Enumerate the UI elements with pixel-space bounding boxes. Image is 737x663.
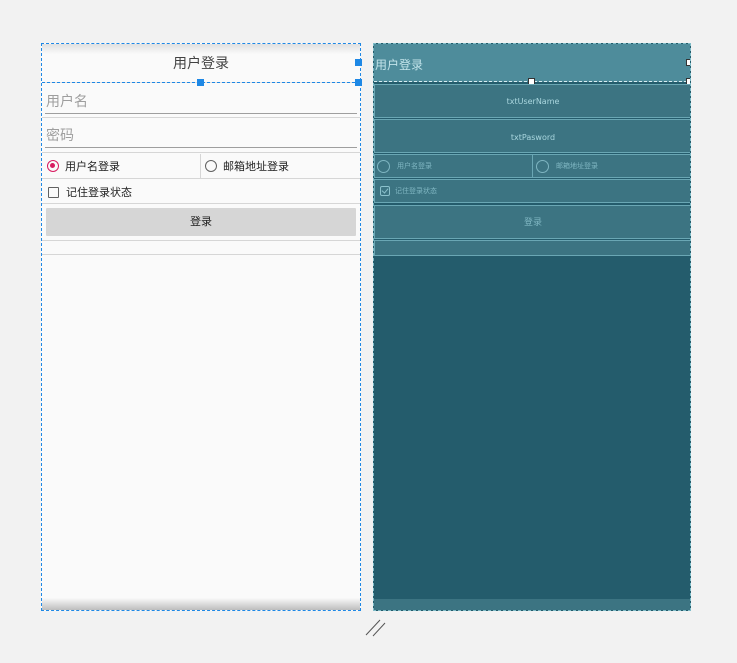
blueprint-radio-icon <box>536 159 549 173</box>
username-input[interactable]: 用户名 <box>45 92 357 114</box>
blueprint-radio-username-label: 用户名登录 <box>397 162 432 170</box>
password-row: 密码 <box>42 119 360 153</box>
radio-username-login[interactable]: 用户名登录 <box>47 154 201 178</box>
blueprint-login-label: 登录 <box>523 218 542 228</box>
layout-editor-canvas: 用户登录 用户名 密码 用户名登录 邮箱地址登录 记住登录状态 登录 用户登录 … <box>0 0 737 663</box>
blueprint-empty-row[interactable] <box>374 240 690 256</box>
blueprint-password-row[interactable]: txtPasword <box>374 119 690 153</box>
blueprint-handle-right-top[interactable] <box>686 59 690 66</box>
blueprint-title-bar[interactable]: 用户登录 <box>374 44 690 82</box>
login-type-radio-group: 用户名登录 邮箱地址登录 <box>42 154 360 179</box>
remember-label: 记住登录状态 <box>66 186 132 199</box>
login-button-label: 登录 <box>190 215 212 228</box>
radio-email-login[interactable]: 邮箱地址登录 <box>205 154 355 178</box>
blueprint-username-row[interactable]: txtUserName <box>374 84 690 118</box>
password-placeholder: 密码 <box>46 128 74 144</box>
blueprint-checkbox-icon <box>380 186 390 196</box>
blueprint-remember-row[interactable]: 记住登录状态 <box>374 179 690 203</box>
remember-checkbox[interactable]: 记住登录状态 <box>48 180 248 204</box>
radio-unchecked-icon <box>205 160 217 172</box>
blueprint-password-id: txtPasword <box>510 133 556 142</box>
radio-email-label: 邮箱地址登录 <box>223 160 289 173</box>
blueprint-radio-icon <box>377 159 390 173</box>
checkbox-icon <box>48 186 59 198</box>
design-title-bar[interactable]: 用户登录 <box>42 44 360 83</box>
blueprint-radio-group[interactable]: 用户名登录 邮箱地址登录 <box>374 154 690 178</box>
username-placeholder: 用户名 <box>46 94 88 110</box>
remember-row: 记住登录状态 <box>42 180 360 204</box>
blueprint-bottom-bar <box>374 599 690 610</box>
password-input[interactable]: 密码 <box>45 126 357 148</box>
blueprint-username-id: txtUserName <box>506 97 560 106</box>
blueprint-remember-label: 记住登录状态 <box>395 187 437 195</box>
selection-handle-right-top[interactable] <box>355 59 362 66</box>
blueprint-radio-email-label: 邮箱地址登录 <box>556 162 598 170</box>
design-title-text: 用户登录 <box>173 56 229 72</box>
blueprint-login-button[interactable]: 登录 <box>374 205 690 239</box>
username-row: 用户名 <box>42 84 360 118</box>
blueprint-view[interactable]: 用户登录 txtUserName txtPasword 用户名登录 邮箱地址登录… <box>373 43 691 611</box>
blueprint-radio-username[interactable]: 用户名登录 <box>377 155 533 177</box>
blueprint-title-text: 用户登录 <box>375 58 424 72</box>
resize-grip-icon[interactable] <box>364 615 388 639</box>
login-button[interactable]: 登录 <box>46 208 356 236</box>
radio-username-label: 用户名登录 <box>65 160 120 173</box>
empty-row <box>42 241 360 255</box>
radio-checked-icon <box>47 160 59 172</box>
design-view[interactable]: 用户登录 用户名 密码 用户名登录 邮箱地址登录 记住登录状态 登录 <box>41 43 362 611</box>
blueprint-radio-email[interactable]: 邮箱地址登录 <box>536 155 686 177</box>
blueprint-remember-checkbox[interactable]: 记住登录状态 <box>380 180 580 202</box>
design-bottom-shade <box>42 598 360 610</box>
